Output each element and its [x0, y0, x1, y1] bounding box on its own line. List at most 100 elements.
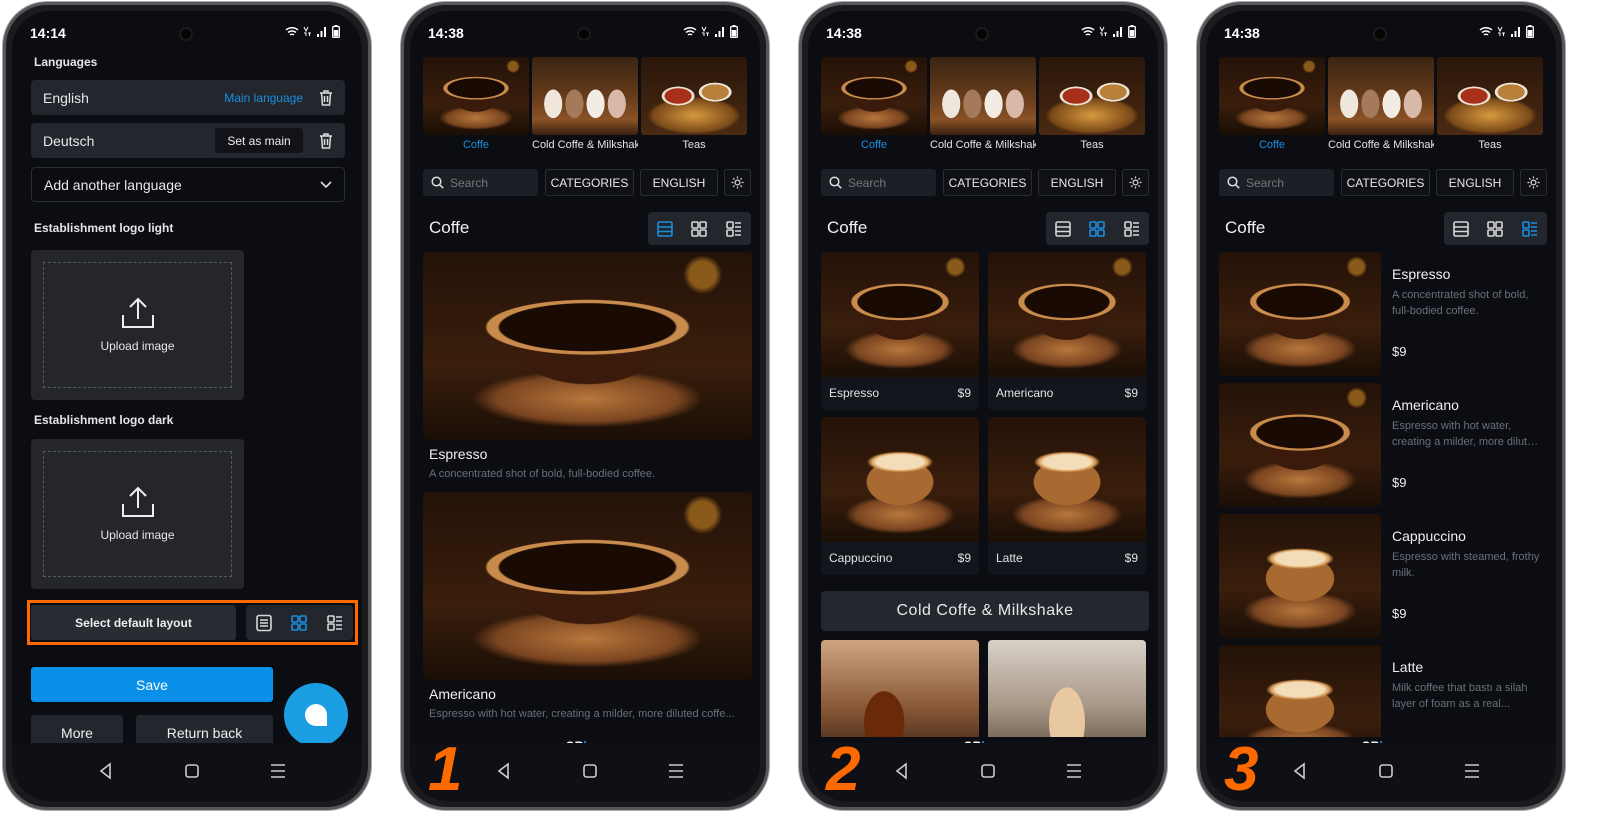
category-card-cold[interactable]: Cold Coffe & Milkshake — [930, 57, 1036, 162]
upload-logo-light[interactable]: Upload image — [31, 250, 244, 400]
camera-icon — [975, 27, 989, 41]
category-card-coffe[interactable]: Coffe — [1219, 57, 1325, 162]
menu-item[interactable]: Espresso A concentrated shot of bold, ful… — [1219, 252, 1548, 376]
item-name: Americano — [429, 686, 496, 702]
wifi-icon — [1479, 26, 1493, 36]
item-name: Americano — [1392, 397, 1459, 413]
phone-layout-rows: 14:38 Coffe Cold Coffe & Milkshake Teas Sear… — [401, 2, 769, 810]
language-name: English — [43, 89, 89, 106]
set-as-main-button[interactable]: Set as main — [215, 128, 303, 153]
item-image — [821, 252, 979, 377]
category-card-coffe[interactable]: Coffe — [423, 57, 529, 162]
menu-icon[interactable] — [664, 759, 688, 783]
upload-label: Upload image — [100, 528, 175, 542]
layout-grid-icon[interactable] — [290, 614, 308, 632]
menu-item[interactable]: Latte Milk coffee that bastı a silah laye… — [1219, 645, 1548, 737]
language-row-deutsch: Deutsch Set as main — [31, 123, 345, 158]
status-icons — [1479, 25, 1534, 38]
categories-button[interactable]: CATEGORIES — [943, 169, 1032, 196]
menu-item-image[interactable] — [988, 640, 1146, 737]
language-button[interactable]: ENGLISH — [1038, 169, 1116, 196]
system-nav-bar — [1206, 743, 1556, 801]
layout-list-icon[interactable] — [1123, 220, 1141, 238]
menu-item-image[interactable] — [821, 640, 979, 737]
search-input[interactable]: Search — [821, 169, 936, 196]
language-button[interactable]: ENGLISH — [640, 169, 718, 196]
default-layout-toggle — [246, 605, 353, 640]
category-card-teas[interactable]: Teas — [1039, 57, 1145, 162]
back-icon[interactable] — [890, 759, 914, 783]
menu-item[interactable]: Cappuccino Espresso with steamed, frothy … — [1219, 514, 1548, 638]
item-description: A concentrated shot of bold, full-bodied… — [429, 468, 656, 480]
home-icon[interactable] — [578, 759, 602, 783]
menu-item[interactable]: Espresso $9 — [821, 252, 979, 410]
category-card-cold[interactable]: Cold Coffe & Milkshake — [532, 57, 638, 162]
menu-icon[interactable] — [1460, 759, 1484, 783]
select-default-layout-button[interactable]: Select default layout — [31, 605, 236, 640]
categories-button[interactable]: CATEGORIES — [1341, 169, 1430, 196]
theme-toggle-button[interactable] — [1520, 169, 1547, 196]
home-icon[interactable] — [976, 759, 1000, 783]
category-label: Teas — [1478, 139, 1502, 151]
category-card-teas[interactable]: Teas — [641, 57, 747, 162]
layout-list-icon[interactable] — [1521, 220, 1539, 238]
home-icon[interactable] — [180, 759, 204, 783]
home-icon[interactable] — [1374, 759, 1398, 783]
item-price: $9 — [1392, 475, 1407, 490]
battery-icon — [730, 25, 738, 38]
back-icon[interactable] — [1288, 759, 1312, 783]
layout-grid-icon[interactable] — [1486, 220, 1504, 238]
add-language-dropdown[interactable]: Add another language — [31, 167, 345, 202]
menu-item[interactable]: Espresso A concentrated shot of bold, ful… — [423, 252, 752, 488]
search-input[interactable]: Search — [1219, 169, 1334, 196]
menu-item[interactable]: Americano Espresso with hot water, creati… — [1219, 383, 1548, 507]
item-description: A concentrated shot of bold, full-bodied… — [1392, 289, 1529, 317]
category-card-teas[interactable]: Teas — [1437, 57, 1543, 162]
search-input[interactable]: Search — [423, 169, 538, 196]
back-icon[interactable] — [94, 759, 118, 783]
menu-item[interactable]: Americano $9 — [988, 252, 1146, 410]
menu-icon[interactable] — [1062, 759, 1086, 783]
item-image — [1219, 514, 1381, 638]
save-button[interactable]: Save — [31, 667, 273, 702]
category-card-coffe[interactable]: Coffe — [821, 57, 927, 162]
menu-item[interactable]: Cappuccino $9 — [821, 417, 979, 575]
volte-icon — [1099, 26, 1107, 36]
menu-item[interactable]: Latte $9 — [988, 417, 1146, 575]
layout-list-icon[interactable] — [725, 220, 743, 238]
layout-rows-icon[interactable] — [1054, 220, 1072, 238]
layout-rows-icon[interactable] — [255, 614, 273, 632]
menu-icon[interactable] — [266, 759, 290, 783]
status-time: 14:38 — [428, 25, 464, 41]
back-icon[interactable] — [492, 759, 516, 783]
category-card-cold[interactable]: Cold Coffe & Milkshake — [1328, 57, 1434, 162]
layout-list-icon[interactable] — [326, 614, 344, 632]
upload-logo-dark[interactable]: Upload image — [31, 439, 244, 589]
theme-toggle-button[interactable] — [1122, 169, 1149, 196]
system-nav-bar — [12, 743, 362, 801]
language-button[interactable]: ENGLISH — [1436, 169, 1514, 196]
status-time: 14:14 — [30, 25, 66, 41]
chat-button[interactable] — [284, 683, 348, 747]
item-name: Latte — [996, 551, 1023, 565]
main-language-badge: Main language — [224, 90, 303, 105]
wifi-icon — [285, 26, 299, 36]
categories-button[interactable]: CATEGORIES — [545, 169, 634, 196]
item-name: Espresso — [429, 446, 488, 462]
item-label: Cappuccino $9 — [821, 551, 979, 565]
theme-toggle-button[interactable] — [724, 169, 751, 196]
category-image — [532, 57, 638, 135]
menu-item[interactable]: Americano Espresso with hot water, creati… — [423, 492, 752, 728]
trash-icon[interactable] — [319, 89, 333, 106]
section-title: Coffe — [429, 218, 470, 237]
layout-grid-icon[interactable] — [1088, 220, 1106, 238]
layout-grid-icon[interactable] — [690, 220, 708, 238]
category-image — [1437, 57, 1543, 135]
item-name: Cappuccino — [829, 551, 893, 565]
item-description: Espresso with steamed, frothy milk. — [1392, 551, 1540, 579]
menu-items: Espresso A concentrated shot of bold, ful… — [1206, 252, 1556, 737]
layout-rows-icon[interactable] — [656, 220, 674, 238]
step-number: 1 — [428, 735, 463, 801]
trash-icon[interactable] — [319, 132, 333, 149]
layout-rows-icon[interactable] — [1452, 220, 1470, 238]
